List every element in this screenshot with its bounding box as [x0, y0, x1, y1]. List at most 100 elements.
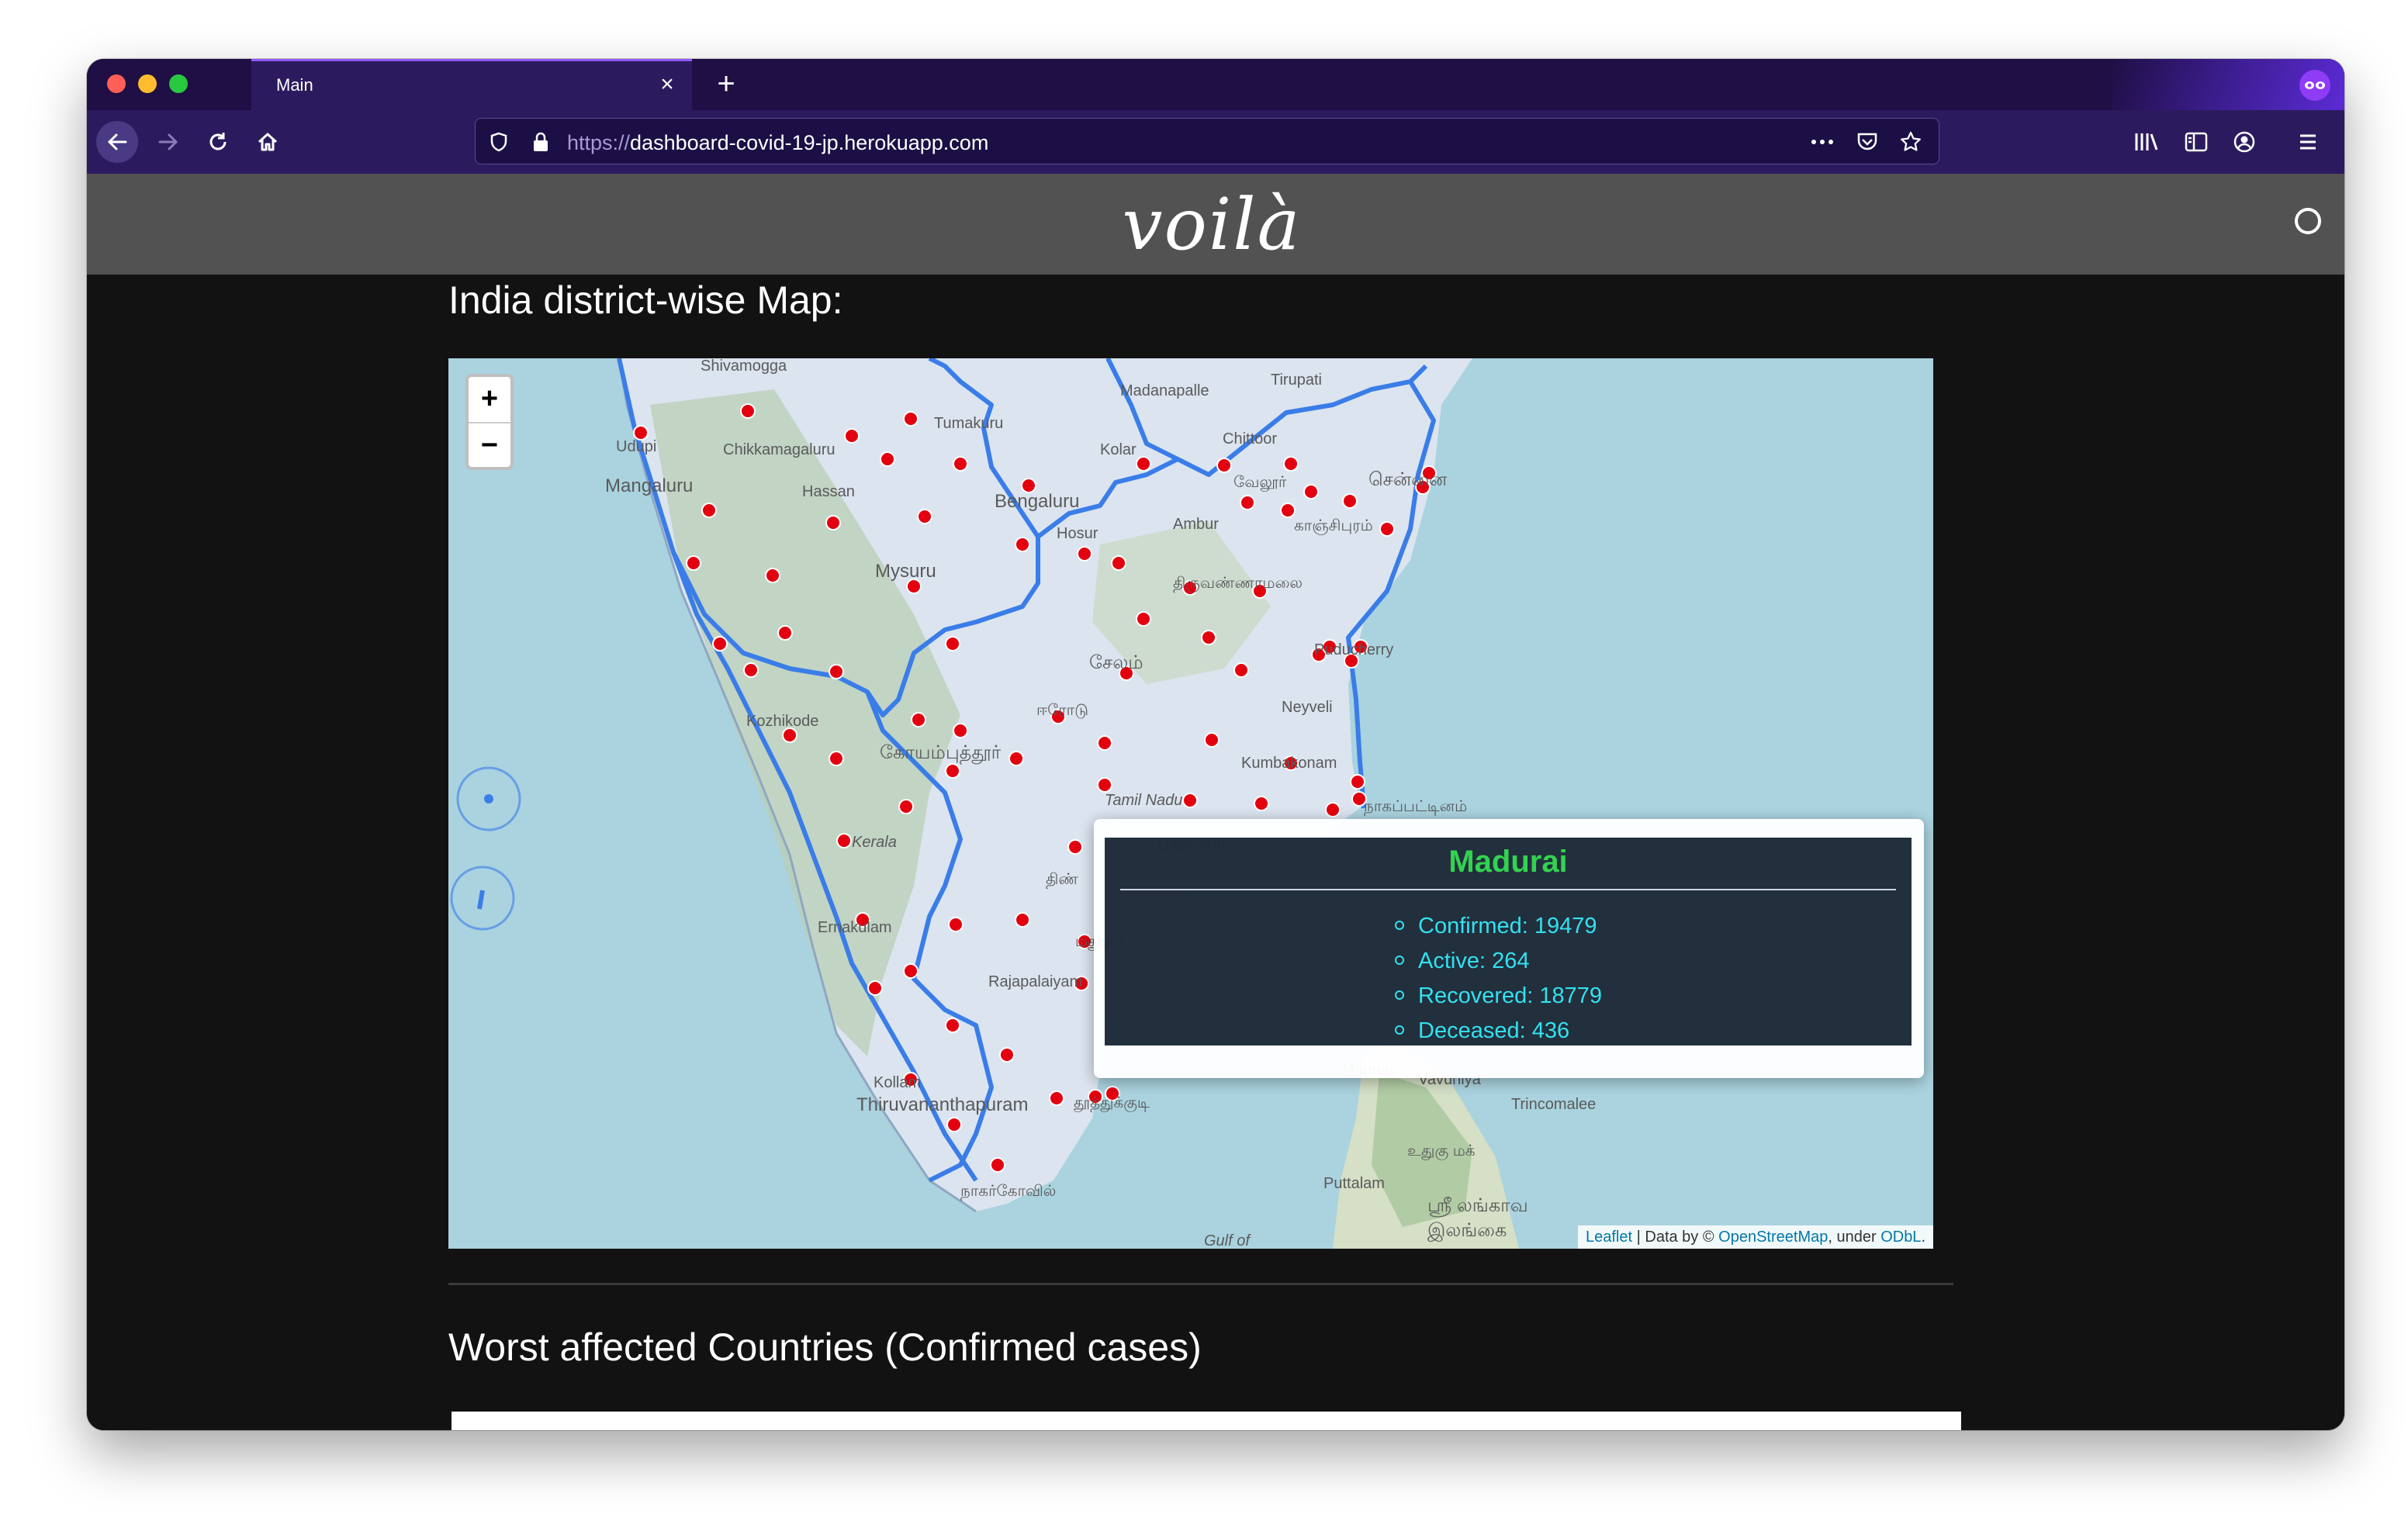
place-label: வேலூர்	[1233, 474, 1287, 492]
back-button[interactable]	[96, 121, 138, 163]
new-tab-button[interactable]: +	[708, 65, 745, 102]
place-label: கோயம்புத்தூர்	[880, 742, 1002, 765]
place-label: காஞ்சிபுரம்	[1294, 517, 1373, 535]
place-label: Chikkamagaluru	[723, 441, 836, 458]
close-window-button[interactable]	[107, 74, 126, 93]
place-label: Kolar	[1100, 441, 1137, 458]
navigation-toolbar: https://dashboard-covid-19-jp.herokuapp.…	[87, 110, 2344, 174]
place-label: Ambur	[1173, 516, 1219, 533]
deceased-stat: Deceased: 436	[1395, 1014, 1602, 1049]
close-tab-icon[interactable]: ×	[655, 72, 680, 97]
active-stat: Active: 264	[1395, 944, 1602, 979]
map-basemap[interactable]: Shivamogga Tirupati Udupi Tumakuru Madan…	[448, 358, 1933, 1249]
leaflet-link[interactable]: Leaflet	[1586, 1229, 1632, 1246]
tab-main[interactable]: Main ×	[251, 59, 692, 110]
place-label: திருவண்ணாமலை	[1173, 575, 1303, 593]
place-label: Tirupati	[1271, 372, 1322, 389]
lock-icon[interactable]	[528, 130, 553, 154]
place-label: Tamil Nadu	[1105, 792, 1182, 809]
place-label: Thiruvananthapuram	[856, 1094, 1028, 1115]
confirmed-stat: Confirmed: 19479	[1395, 909, 1602, 944]
popup-district-name: Madurai	[1448, 845, 1568, 879]
pocket-icon[interactable]	[1855, 130, 1880, 154]
maximize-window-button[interactable]	[169, 74, 188, 93]
place-label: உதுகு மக்	[1407, 1142, 1476, 1160]
recovered-stat: Recovered: 18779	[1395, 979, 1602, 1014]
place-label: Neyveli	[1282, 699, 1333, 716]
arrow-left-icon	[107, 133, 127, 150]
private-browsing-icon	[2299, 70, 2330, 101]
menu-icon[interactable]	[2290, 124, 2326, 160]
attribution-text: | Data by ©	[1632, 1229, 1719, 1246]
home-icon	[258, 133, 278, 151]
shield-icon[interactable]	[486, 130, 511, 154]
place-label: Kozhikode	[746, 713, 818, 730]
place-label: ஸ்ரீ லங்காவ	[1427, 1195, 1528, 1217]
place-label: Hassan	[802, 483, 855, 500]
arrow-right-icon	[158, 133, 178, 150]
url-scheme: https://	[567, 131, 631, 154]
place-label: Mangaluru	[605, 475, 693, 496]
place-label: சேலம்	[1089, 652, 1143, 673]
place-label: இலங்கை	[1427, 1220, 1507, 1242]
place-label: Rajapalaiyam	[988, 973, 1082, 990]
place-label: சென்னை	[1368, 469, 1448, 490]
bookmark-star-icon[interactable]	[1898, 130, 1923, 154]
place-label: Puttalam	[1323, 1175, 1385, 1192]
place-label: தூத்துக்குடி	[1074, 1094, 1150, 1112]
place-label: Kerala	[852, 834, 897, 851]
odbl-link[interactable]: ODbL	[1880, 1229, 1921, 1246]
tab-title: Main	[276, 75, 313, 95]
logo-text: voilà	[1122, 182, 1302, 266]
url-text[interactable]: https://dashboard-covid-19-jp.herokuapp.…	[567, 131, 988, 155]
district-popup: Madurai Confirmed: 19479 Active: 264 Rec…	[1094, 819, 1924, 1078]
place-label: Shivamogga	[701, 358, 787, 375]
map-section-title: India district-wise Map:	[448, 278, 843, 322]
countries-table	[452, 1412, 1961, 1430]
place-label: Gulf of	[1204, 1232, 1251, 1249]
place-label: Mysuru	[875, 561, 936, 582]
place-label: Tumakuru	[934, 415, 1003, 432]
place-label: Udupi	[616, 438, 656, 455]
place-label: திண்	[1046, 871, 1078, 889]
account-icon[interactable]	[2226, 124, 2262, 160]
section-divider	[448, 1283, 1953, 1285]
place-label: Trincomalee	[1511, 1096, 1596, 1113]
forward-button[interactable]	[150, 124, 186, 160]
library-icon[interactable]	[2129, 124, 2164, 160]
ocean-marker	[477, 890, 485, 910]
place-label: நாகப்பட்டினம்	[1364, 798, 1467, 816]
url-bar[interactable]: https://dashboard-covid-19-jp.herokuapp.…	[475, 118, 1939, 164]
voila-logo: voilà	[1095, 174, 1328, 275]
map-attribution: Leaflet | Data by © OpenStreetMap, under…	[1578, 1225, 1933, 1249]
attribution-text: .	[1921, 1229, 1925, 1246]
india-district-map[interactable]: Shivamogga Tirupati Udupi Tumakuru Madan…	[448, 358, 1933, 1249]
openstreetmap-link[interactable]: OpenStreetMap	[1718, 1229, 1828, 1246]
place-label: Ernakulam	[818, 919, 892, 936]
minimize-window-button[interactable]	[138, 74, 157, 93]
zoom-control: + −	[465, 374, 514, 470]
page-actions-icon[interactable]	[1810, 130, 1835, 154]
popup-stats-list: Confirmed: 19479 Active: 264 Recovered: …	[1395, 909, 1602, 1049]
place-label: Puducherry	[1314, 641, 1393, 658]
countries-section-title: Worst affected Countries (Confirmed case…	[448, 1325, 1202, 1369]
sidebar-icon[interactable]	[2178, 124, 2214, 160]
place-label: Chittoor	[1223, 430, 1277, 448]
place-label: Bengaluru	[995, 491, 1079, 512]
reload-button[interactable]	[200, 124, 236, 160]
home-button[interactable]	[250, 124, 285, 160]
zoom-in-button[interactable]: +	[469, 377, 510, 423]
zoom-out-button[interactable]: −	[469, 423, 510, 468]
place-label: Hosur	[1057, 525, 1098, 542]
browser-window: Main × + https://dashboard-covid-19-jp.h…	[87, 59, 2344, 1430]
place-label: நாகர்கோவில்	[960, 1183, 1056, 1201]
place-label: Kollam	[874, 1074, 921, 1091]
place-label: ஈரோடு	[1036, 702, 1088, 719]
attribution-text: , under	[1828, 1229, 1881, 1246]
voila-header: voilà	[87, 174, 2344, 275]
kernel-status-icon	[2295, 208, 2321, 234]
reload-icon	[209, 133, 227, 150]
tab-strip: Main × +	[87, 59, 2344, 110]
popup-content: Madurai Confirmed: 19479 Active: 264 Rec…	[1105, 838, 1912, 1045]
url-host: dashboard-covid-19-jp.herokuapp.com	[630, 131, 989, 154]
